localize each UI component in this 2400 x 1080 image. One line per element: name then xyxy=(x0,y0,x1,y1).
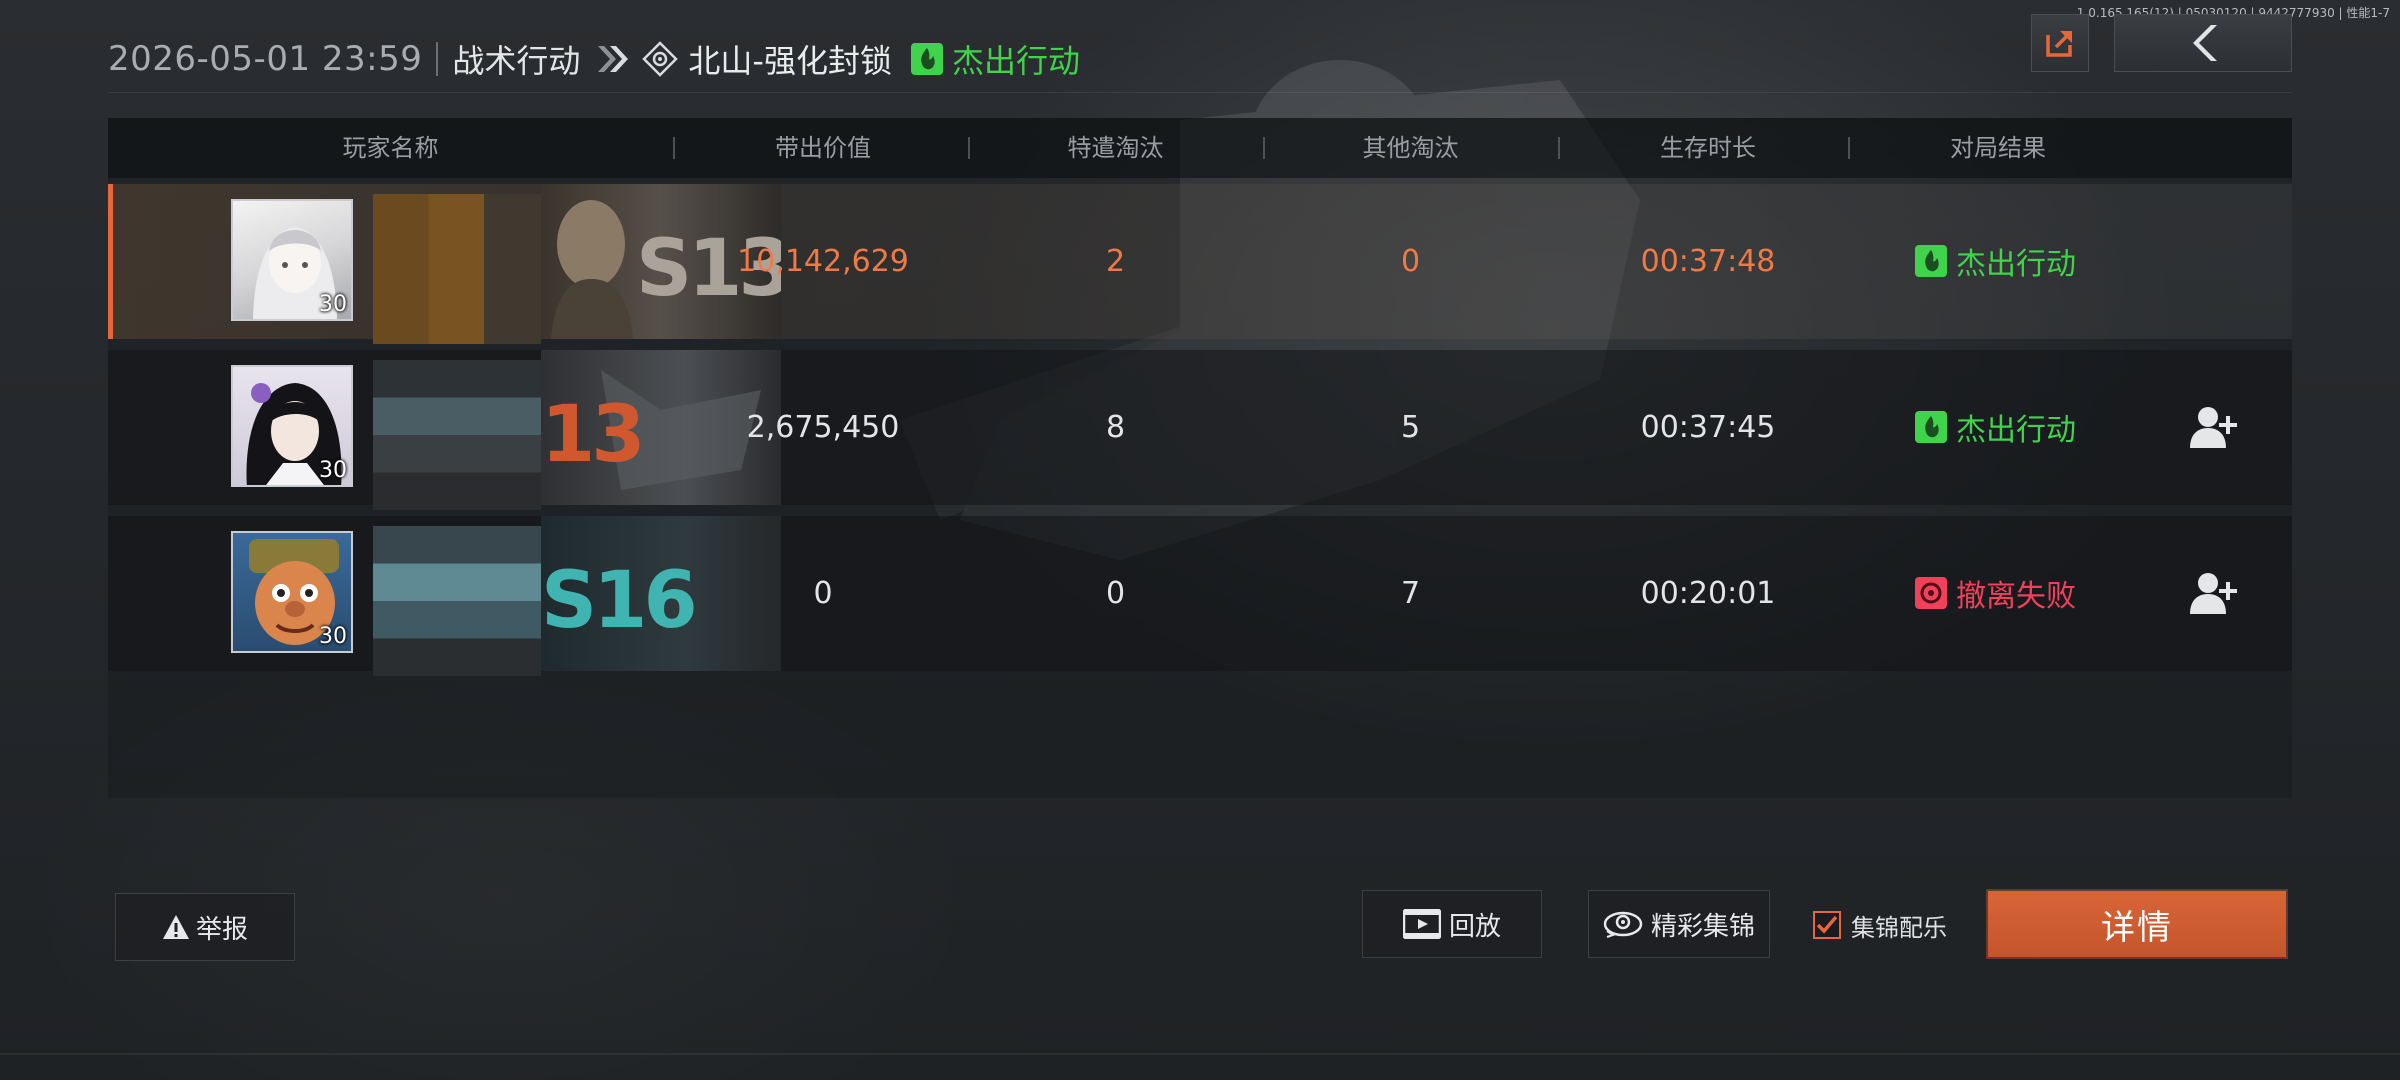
share-icon xyxy=(2046,31,2072,57)
highlights-button[interactable]: 精彩集锦 xyxy=(1588,890,1770,958)
report-button[interactable]: 举报 xyxy=(115,893,295,961)
back-button[interactable] xyxy=(2114,14,2292,72)
self-row-indicator xyxy=(108,184,113,339)
match-result-label: 杰出行动 xyxy=(1956,247,2076,282)
carry-out-value: 2,675,450 xyxy=(746,410,900,445)
video-play-icon xyxy=(1402,909,1441,939)
col-task-kills: 特遣淘汰 xyxy=(1067,134,1164,162)
survival-time: 00:37:45 xyxy=(1640,410,1776,445)
header-result-label: 杰出行动 xyxy=(951,42,1080,80)
share-button[interactable] xyxy=(2031,14,2089,72)
match-result-table: 玩家名称 带出价值 特遣淘汰 其他淘汰 生存时长 对局结果 30 S13 10,… xyxy=(108,118,2292,798)
replay-label: 回放 xyxy=(1448,911,1501,942)
header-result: 杰出行动 xyxy=(910,36,1080,82)
report-label: 举报 xyxy=(195,914,248,945)
add-friend-icon xyxy=(2190,407,2237,448)
game-mode: 战术行动 xyxy=(452,42,581,80)
details-button[interactable]: 详情 xyxy=(1988,891,2286,957)
bottom-divider xyxy=(0,1053,2400,1055)
table-row[interactable]: 30 13 2,675,450 8 5 00:37:45 杰出行动 xyxy=(108,350,2292,510)
header-rule xyxy=(108,92,2292,93)
map-name: 北山-强化封锁 xyxy=(688,42,892,80)
success-flame-icon xyxy=(1915,411,1947,443)
player-level: 30 xyxy=(319,292,347,317)
success-flame-icon xyxy=(1915,245,1947,277)
col-player-name: 玩家名称 xyxy=(342,134,439,162)
season-badge: 13 xyxy=(541,390,646,480)
add-friend-button[interactable] xyxy=(2190,404,2238,450)
table-header: 玩家名称 带出价值 特遣淘汰 其他淘汰 生存时长 对局结果 xyxy=(108,118,2292,178)
double-chevron-icon xyxy=(596,44,630,74)
highlight-music-toggle[interactable]: 集锦配乐 xyxy=(1813,905,1947,945)
table-row[interactable]: 30 S13 10,142,629 2 0 00:37:48 杰出行动 xyxy=(108,184,2292,344)
match-datetime: 2026-05-01 23:59 xyxy=(108,39,423,79)
replay-button[interactable]: 回放 xyxy=(1362,890,1542,958)
match-result-label: 杰出行动 xyxy=(1956,413,2076,448)
table-row[interactable]: 30 S16 0 0 7 00:20:01 撤离失败 xyxy=(108,516,2292,676)
avatar[interactable]: 30 xyxy=(231,531,353,653)
success-flame-icon xyxy=(910,43,943,75)
season-badge: S16 xyxy=(541,556,698,646)
match-header: 2026-05-01 23:59 战术行动 北山-强化封锁 杰出行动 xyxy=(108,34,2292,84)
other-kills: 7 xyxy=(1400,576,1421,611)
carry-out-value: 0 xyxy=(813,576,833,611)
carry-out-value: 10,142,629 xyxy=(737,244,909,279)
avatar[interactable]: 30 xyxy=(231,199,353,321)
map-crosshair-icon xyxy=(642,41,679,77)
match-result: 杰出行动 xyxy=(1914,239,2076,283)
other-kills: 0 xyxy=(1400,244,1421,279)
player-name-redacted xyxy=(373,194,541,344)
warning-icon xyxy=(162,915,189,939)
survival-time: 00:20:01 xyxy=(1640,576,1776,611)
header-divider xyxy=(436,42,439,76)
match-result: 撤离失败 xyxy=(1914,571,2076,615)
col-other-kills: 其他淘汰 xyxy=(1362,134,1459,162)
player-level: 30 xyxy=(319,458,347,483)
task-kills: 0 xyxy=(1105,576,1126,611)
chevron-left-icon xyxy=(2193,25,2217,61)
col-match-result: 对局结果 xyxy=(1950,134,2046,162)
avatar[interactable]: 30 xyxy=(231,365,353,487)
player-level: 30 xyxy=(319,624,347,649)
camera-360-icon xyxy=(1603,911,1643,938)
checkmark-icon xyxy=(1816,915,1838,934)
add-friend-button[interactable] xyxy=(2190,570,2238,616)
highlight-music-checkbox[interactable] xyxy=(1813,911,1841,939)
match-result: 杰出行动 xyxy=(1914,405,2076,449)
col-value: 带出价值 xyxy=(775,134,871,162)
task-kills: 2 xyxy=(1105,244,1126,279)
failure-icon xyxy=(1915,577,1947,609)
add-friend-icon xyxy=(2190,573,2237,614)
match-result-label: 撤离失败 xyxy=(1956,579,2076,614)
task-kills: 8 xyxy=(1105,410,1126,445)
col-survival-time: 生存时长 xyxy=(1660,134,1756,162)
player-name-redacted xyxy=(373,526,541,676)
highlight-music-label: 集锦配乐 xyxy=(1851,913,1947,942)
player-name-redacted xyxy=(373,360,541,510)
highlights-label: 精彩集锦 xyxy=(1650,911,1755,942)
survival-time: 00:37:48 xyxy=(1640,244,1776,279)
other-kills: 5 xyxy=(1400,410,1421,445)
